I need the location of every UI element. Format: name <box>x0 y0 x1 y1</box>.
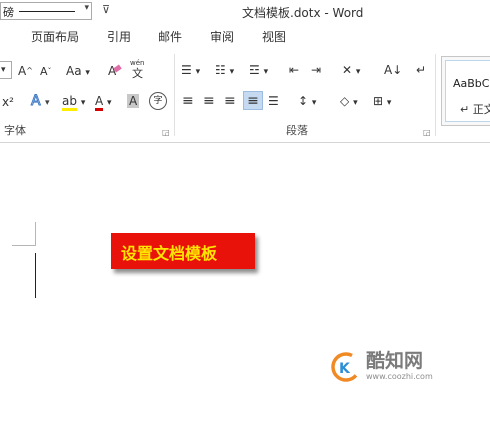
watermark-url: www.coozhi.com <box>366 372 433 381</box>
numbering-icon: ☷ <box>215 63 226 77</box>
borders-button[interactable]: ⊞ ▾ <box>373 94 391 110</box>
styles-gallery: AaBbCc ↵ 正文 <box>441 56 490 126</box>
change-case-button[interactable]: Aa ▾ <box>66 64 90 80</box>
shrink-arrow-icon: ˇ <box>47 67 52 76</box>
line-spacing-icon: ↕ <box>298 94 309 108</box>
clear-formatting-button[interactable]: A <box>108 64 122 78</box>
shrink-font-button[interactable]: Aˇ <box>40 65 52 79</box>
align-left-button[interactable]: ≡ <box>182 94 194 108</box>
shrink-font-icon: A <box>40 65 48 78</box>
group-separator <box>174 54 175 136</box>
borders-icon: ⊞ <box>373 94 384 108</box>
enclose-characters-button[interactable]: 字 <box>149 92 167 110</box>
ribbon: ▾ A^ Aˇ Aa ▾ A wén 文 x² A ▾ ab ▾ A ▾ A 字… <box>0 50 490 143</box>
justify-button[interactable]: ≡ <box>243 91 263 110</box>
multilevel-list-icon: ☲ <box>249 63 260 77</box>
dialog-launcher-icon[interactable]: ◲ <box>423 126 431 140</box>
text-effects-button[interactable]: A ▾ <box>31 94 50 110</box>
margin-corner-mark <box>12 245 36 246</box>
chinese-layout-button[interactable]: ✕ ▾ <box>342 63 360 79</box>
tab-references[interactable]: 引用 <box>107 28 131 45</box>
chevron-down-icon: ▾ <box>311 98 317 108</box>
grow-font-icon: A <box>18 64 27 78</box>
line-spacing-button[interactable]: ↕ ▾ <box>298 94 316 110</box>
phonetic-guide-button[interactable]: wén 文 <box>130 59 146 81</box>
customize-toolbar-icon[interactable]: ⊽ <box>102 3 110 16</box>
phonetic-guide-icon: 文 <box>132 67 143 80</box>
annotation-banner-text: 设置文档模板 <box>121 244 218 263</box>
multilevel-list-button[interactable]: ☲ ▾ <box>249 63 268 79</box>
line-sample <box>19 11 75 12</box>
character-shading-button[interactable]: A <box>127 94 140 108</box>
text-effects-icon: A <box>31 93 42 109</box>
decrease-indent-button[interactable]: ⇤ <box>289 63 299 77</box>
tab-page-layout[interactable]: 页面布局 <box>31 28 79 45</box>
change-case-icon: Aa <box>66 64 82 78</box>
chevron-down-icon: ▾ <box>45 98 50 108</box>
style-normal[interactable]: AaBbCc ↵ 正文 <box>445 60 490 122</box>
style-sample-text: AaBbCc <box>453 77 490 90</box>
group-separator <box>435 54 436 136</box>
bullets-button[interactable]: ☰ ▾ <box>181 63 200 79</box>
chevron-down-icon: ▾ <box>80 98 86 108</box>
superscript-button[interactable]: x² <box>2 95 14 109</box>
phonetic-pinyin-text: wén <box>130 59 145 67</box>
paragraph-group-label: 段落 <box>286 124 308 137</box>
watermark-name: 酷知网 <box>366 350 424 372</box>
chevron-down-icon: ▾ <box>355 67 361 77</box>
ribbon-tabs: 页面布局 引用 邮件 审阅 视图 <box>0 24 490 46</box>
chevron-down-icon: ▾ <box>85 68 90 78</box>
chevron-down-icon: ▾ <box>386 98 392 108</box>
increase-indent-button[interactable]: ⇥ <box>311 63 321 77</box>
window-title: 文档模板.dotx - Word <box>242 6 364 20</box>
font-group-label: 字体 <box>4 124 26 137</box>
enclose-characters-icon: 字 <box>153 96 163 106</box>
line-style-dropdown[interactable]: 磅 ▾ <box>0 2 92 20</box>
grow-font-button[interactable]: A^ <box>18 64 33 78</box>
text-highlight-button[interactable]: ab ▾ <box>62 94 86 111</box>
font-color-button[interactable]: A ▾ <box>95 94 112 111</box>
shading-button[interactable]: ◇ ▾ <box>340 94 358 110</box>
quick-access-toolbar: 磅 ▾ ⊽ 文档模板.dotx - Word <box>0 0 490 24</box>
numbering-button[interactable]: ☷ ▾ <box>215 63 234 79</box>
chevron-down-icon[interactable]: ▾ <box>84 3 89 13</box>
bullets-icon: ☰ <box>181 63 192 77</box>
grow-arrow-icon: ^ <box>26 66 33 75</box>
character-shading-icon: A <box>127 94 140 108</box>
font-size-box[interactable]: ▾ <box>0 61 12 79</box>
chevron-down-icon: ▾ <box>107 98 112 108</box>
text-cursor <box>35 253 36 298</box>
align-right-button[interactable]: ≡ <box>224 94 236 108</box>
chevron-down-icon: ▾ <box>353 98 358 108</box>
tab-view[interactable]: 视图 <box>262 28 286 45</box>
tab-mailings[interactable]: 邮件 <box>158 28 182 45</box>
chevron-down-icon: ▾ <box>229 67 235 77</box>
sort-button[interactable]: A↓ <box>384 63 402 77</box>
margin-corner-mark <box>35 222 36 245</box>
annotation-banner: 设置文档模板 <box>111 233 255 269</box>
show-hide-marks-button[interactable]: ↵ <box>416 63 426 77</box>
tab-review[interactable]: 审阅 <box>210 28 234 45</box>
style-name: ↵ 正文 <box>460 103 490 116</box>
paint-bucket-icon: ◇ <box>340 94 350 108</box>
chevron-down-icon[interactable]: ▾ <box>1 63 6 77</box>
distributed-button[interactable]: ☰ <box>268 94 279 108</box>
chinese-layout-icon: ✕ <box>342 63 353 77</box>
dialog-launcher-icon[interactable]: ◲ <box>162 126 170 140</box>
highlighter-icon: ab <box>62 94 77 111</box>
coozhi-logo-icon: K <box>331 352 361 382</box>
font-size-unit-text: 磅 <box>3 6 14 19</box>
svg-text:K: K <box>339 361 351 377</box>
align-center-button[interactable]: ≡ <box>203 94 215 108</box>
chevron-down-icon: ▾ <box>195 67 201 77</box>
chevron-down-icon: ▾ <box>263 67 269 77</box>
font-color-icon: A <box>95 94 104 111</box>
